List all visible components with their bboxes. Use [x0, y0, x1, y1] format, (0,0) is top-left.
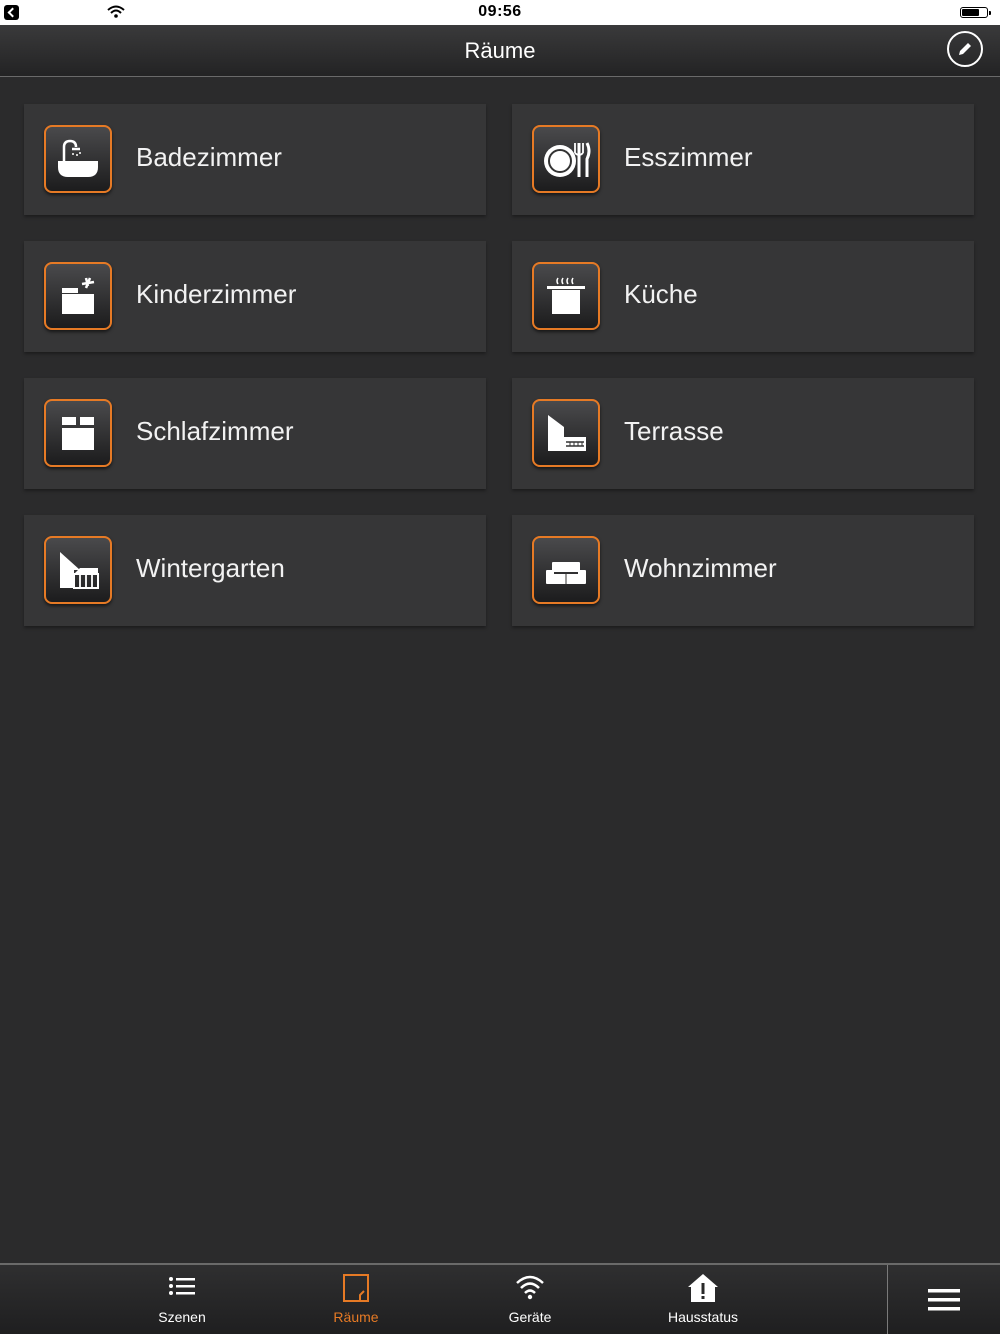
cooking-pot-icon	[547, 277, 585, 314]
tab-raeume[interactable]: Räume	[269, 1265, 443, 1334]
tab-label: Geräte	[508, 1309, 552, 1325]
room-card-kueche[interactable]: Küche	[512, 241, 974, 352]
room-icon-tile	[532, 262, 600, 330]
warning-house-icon	[688, 1274, 718, 1302]
room-label: Esszimmer	[624, 142, 753, 172]
tab-label: Hausstatus	[667, 1309, 739, 1325]
room-label: Wohnzimmer	[624, 553, 777, 583]
wifi-icon	[516, 1275, 544, 1300]
room-card-badezimmer[interactable]: Badezimmer	[24, 104, 486, 215]
list-icon	[169, 1277, 195, 1295]
room-label: Kinderzimmer	[136, 279, 297, 309]
tab-hausstatus[interactable]: Hausstatus	[616, 1265, 790, 1334]
bed-icon	[62, 417, 94, 450]
room-icon-tile	[532, 399, 600, 467]
room-icon-tile	[532, 125, 600, 193]
sofa-icon	[546, 562, 586, 584]
pencil-icon	[959, 43, 971, 55]
room-label: Schlafzimmer	[136, 416, 294, 446]
room-icon-tile	[44, 262, 112, 330]
wintergarden-icon	[60, 552, 99, 589]
room-card-schlafzimmer[interactable]: Schlafzimmer	[24, 378, 486, 489]
tab-label: Räume	[333, 1309, 379, 1325]
room-card-wintergarten[interactable]: Wintergarten	[24, 515, 486, 626]
plate-cutlery-icon	[544, 142, 591, 177]
battery-icon	[960, 7, 991, 18]
room-label: Küche	[624, 279, 698, 309]
status-bar: 09:56	[0, 0, 1000, 25]
room-icon-tile	[44, 536, 112, 604]
hamburger-menu-icon	[928, 1288, 960, 1310]
page-title: Räume	[464, 38, 536, 63]
room-card-esszimmer[interactable]: Esszimmer	[512, 104, 974, 215]
room-label: Badezimmer	[136, 142, 282, 172]
navigation-bar: Räume	[0, 25, 1000, 77]
tab-bar: Szenen Räume Geräte Hausstatus	[0, 1263, 1000, 1334]
room-card-kinderzimmer[interactable]: Kinderzimmer	[24, 241, 486, 352]
room-icon-tile	[44, 125, 112, 193]
room-card-terrasse[interactable]: Terrasse	[512, 378, 974, 489]
tab-szenen[interactable]: Szenen	[95, 1265, 269, 1334]
room-card-wohnzimmer[interactable]: Wohnzimmer	[512, 515, 974, 626]
room-icon	[343, 1274, 369, 1302]
room-label: Wintergarten	[136, 553, 285, 583]
room-icon-tile	[532, 536, 600, 604]
terrace-icon	[548, 415, 586, 451]
toybox-icon	[62, 277, 95, 314]
room-icon-tile	[44, 399, 112, 467]
status-time: 09:56	[478, 3, 522, 20]
tab-geraete[interactable]: Geräte	[443, 1265, 617, 1334]
edit-button[interactable]	[947, 31, 983, 67]
bathtub-icon	[58, 139, 98, 177]
menu-button[interactable]	[888, 1265, 1000, 1334]
tab-label: Szenen	[158, 1309, 206, 1325]
room-label: Terrasse	[624, 416, 724, 446]
